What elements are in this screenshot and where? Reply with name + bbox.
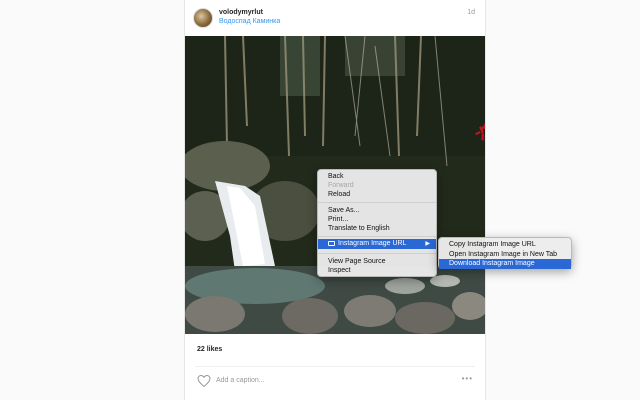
submenu-item-open-new-tab[interactable]: Open Instagram Image in New Tab — [449, 250, 557, 259]
location-link[interactable]: Водоспад Каминка — [219, 18, 280, 25]
menu-separator — [318, 202, 436, 203]
menu-item-forward: Forward — [328, 182, 354, 189]
menu-item-inspect[interactable]: Inspect — [328, 266, 351, 275]
menu-item-reload[interactable]: Reload — [328, 190, 350, 199]
more-options-button[interactable]: ••• — [462, 374, 473, 383]
submenu-item-copy-url[interactable]: Copy Instagram Image URL — [449, 240, 536, 249]
avatar[interactable] — [193, 8, 213, 28]
caption-input[interactable]: Add a caption... — [216, 377, 265, 384]
menu-item-print[interactable]: Print... — [328, 215, 348, 224]
extension-icon — [328, 241, 335, 246]
submenu-arrow-icon: ▶ — [425, 241, 430, 247]
heart-icon[interactable] — [197, 375, 211, 387]
post-header: volodymyrlut Водоспад Каминка 1d — [185, 0, 485, 36]
likes-count[interactable]: 22 likes — [197, 346, 222, 353]
post-age[interactable]: 1d — [467, 9, 475, 16]
instagram-submenu: Copy Instagram Image URL Open Instagram … — [438, 237, 572, 269]
menu-item-instagram-image-url[interactable]: Instagram Image URL ▶ — [318, 239, 436, 249]
menu-item-back[interactable]: Back — [328, 172, 344, 181]
divider — [195, 366, 475, 367]
submenu-item-download[interactable]: Download Instagram Image — [439, 259, 571, 269]
submenu-item-label: Download Instagram Image — [449, 260, 535, 267]
menu-item-save-as[interactable]: Save As... — [328, 206, 360, 215]
menu-separator — [318, 236, 436, 237]
menu-item-label: Instagram Image URL — [338, 240, 407, 247]
menu-item-translate[interactable]: Translate to English — [328, 224, 390, 233]
menu-separator — [318, 253, 436, 254]
context-menu: Back Forward Reload Save As... Print... … — [317, 169, 437, 277]
username-link[interactable]: volodymyrlut — [219, 9, 263, 16]
menu-item-view-source[interactable]: View Page Source — [328, 257, 385, 266]
